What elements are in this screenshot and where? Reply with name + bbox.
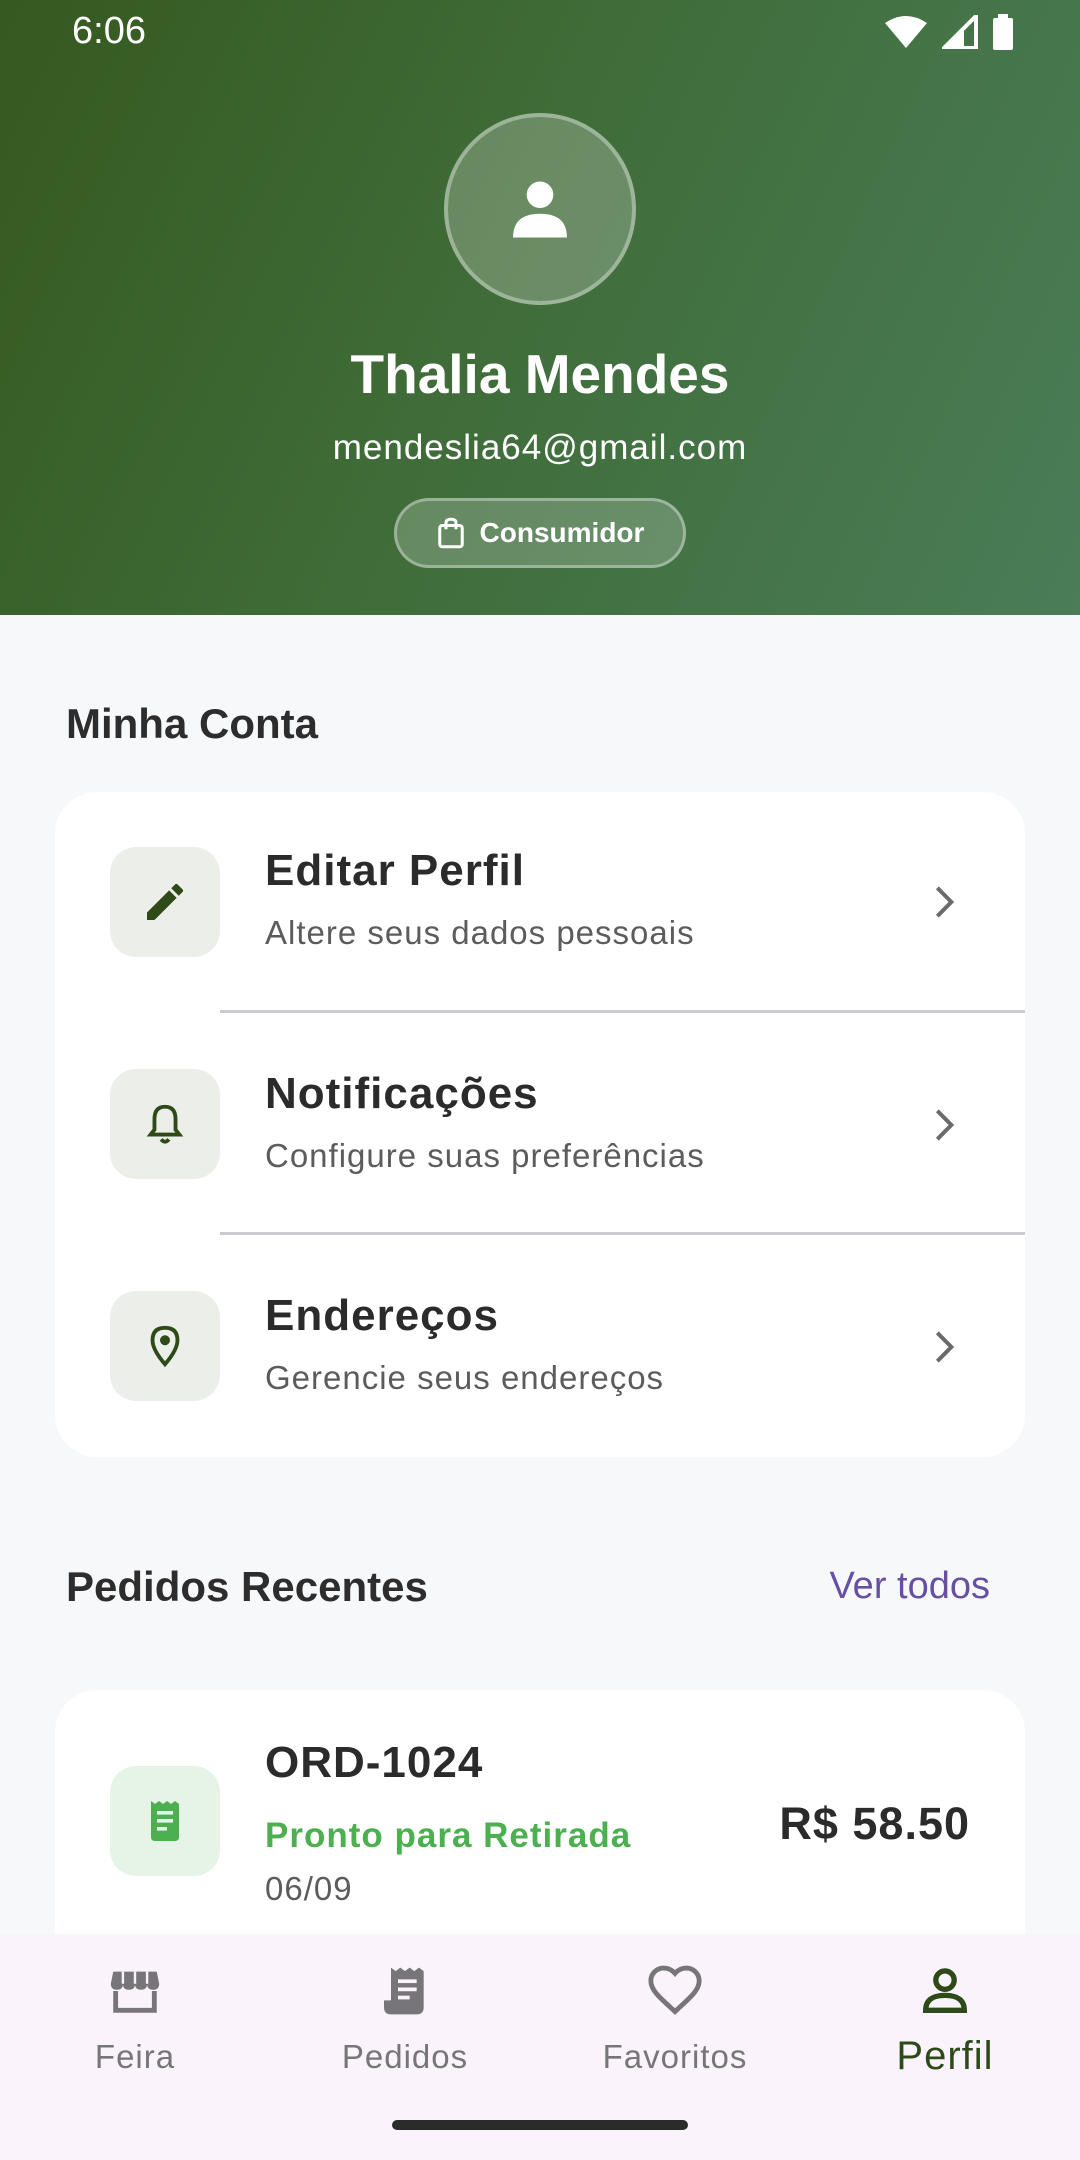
edit-profile-icon-box: [110, 847, 220, 957]
nav-item-pedidos[interactable]: Pedidos: [270, 1934, 540, 2134]
pencil-icon: [147, 883, 184, 920]
bell-icon: [146, 1104, 184, 1144]
role-label: Consumidor: [479, 517, 645, 548]
edit-profile-subtitle: Altere seus dados pessoais: [265, 914, 695, 951]
nav-label-feira: Feira: [94, 2038, 176, 2075]
heart-icon: [642, 1958, 708, 2024]
order-icon-box: [110, 1766, 220, 1876]
cellular-signal-icon: [942, 15, 978, 49]
shopping-bag-icon: [437, 517, 464, 549]
status-icons: [884, 14, 1014, 50]
addresses-subtitle: Gerencie seus endereços: [265, 1359, 665, 1396]
nav-item-favoritos[interactable]: Favoritos: [540, 1934, 810, 2134]
account-section-title: Minha Conta: [66, 700, 318, 747]
notifications-title: Notificações: [265, 1069, 539, 1118]
nav-item-perfil[interactable]: Perfil: [810, 1934, 1080, 2134]
battery-icon: [993, 14, 1013, 50]
nav-label-pedidos: Pedidos: [341, 2038, 469, 2075]
notifications-item[interactable]: Notificações Configure suas preferências: [55, 1013, 1025, 1235]
addresses-icon-box: [110, 1291, 220, 1401]
person-icon: [513, 181, 567, 238]
chevron-right-icon: [935, 886, 955, 918]
nav-label-perfil: Perfil: [896, 2034, 994, 2078]
account-card: Editar Perfil Altere seus dados pessoais…: [55, 792, 1025, 1457]
addresses-title: Endereços: [265, 1291, 499, 1340]
order-status: Pronto para Retirada: [265, 1816, 632, 1855]
home-indicator[interactable]: [392, 2120, 688, 2130]
notifications-subtitle: Configure suas preferências: [265, 1137, 705, 1174]
order-date: 06/09: [265, 1870, 353, 1907]
person-outline-icon: [912, 1958, 978, 2024]
profile-header: 6:06 Thalia Mendes mendeslia64@gmail.com: [0, 0, 1080, 615]
status-bar: 6:06: [0, 0, 1080, 64]
receipt-icon: [151, 1801, 179, 1841]
order-id: ORD-1024: [265, 1738, 484, 1787]
wifi-icon: [885, 16, 927, 48]
notifications-icon-box: [110, 1069, 220, 1179]
user-email: mendeslia64@gmail.com: [332, 428, 748, 467]
location-pin-icon: [150, 1325, 180, 1368]
receipt-icon: [372, 1958, 438, 2024]
edit-profile-item[interactable]: Editar Perfil Altere seus dados pessoais: [55, 792, 1025, 1014]
chevron-right-icon: [935, 1331, 955, 1363]
status-time: 6:06: [72, 10, 146, 52]
bottom-navigation: Feira Pedidos Favoritos Perfil: [0, 1934, 1080, 2160]
nav-item-feira[interactable]: Feira: [0, 1934, 270, 2134]
edit-profile-title: Editar Perfil: [265, 846, 525, 895]
store-icon: [102, 1958, 168, 2024]
role-badge: Consumidor: [394, 498, 686, 568]
addresses-item[interactable]: Endereços Gerencie seus endereços: [55, 1235, 1025, 1457]
order-total: R$ 58.50: [779, 1798, 970, 1849]
nav-label-favoritos: Favoritos: [602, 2038, 748, 2075]
avatar[interactable]: [444, 113, 636, 305]
user-name: Thalia Mendes: [350, 343, 730, 405]
orders-section-title: Pedidos Recentes: [66, 1563, 428, 1610]
see-all-orders-link[interactable]: Ver todos: [829, 1565, 990, 1608]
chevron-right-icon: [935, 1109, 955, 1141]
